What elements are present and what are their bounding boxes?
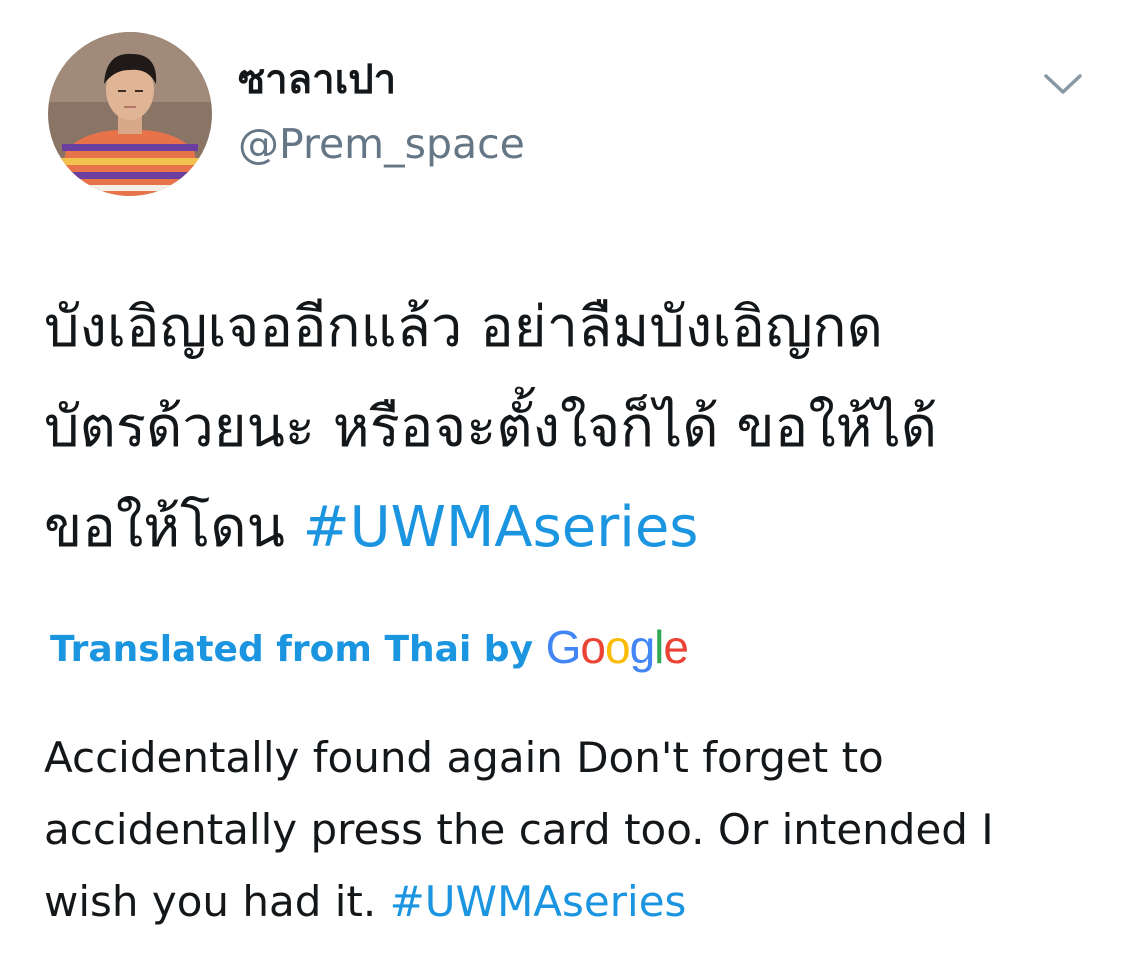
tweet-text: บังเอิญเจออีกแล้ว อย่าลืมบังเอิญกด บัตรด… [44,278,1104,578]
tweet-line: บังเอิญเจออีกแล้ว อย่าลืมบังเอิญกด [44,295,883,360]
tweet-line: ขอให้โดน #UWMAseries [44,478,1104,578]
user-handle[interactable]: @Prem_space [238,121,525,167]
translated-line-text: wish you had it. [44,877,390,926]
chevron-down-icon[interactable] [1040,66,1086,100]
translated-line: Accidentally found again Don't forget to [44,733,884,782]
translated-text: Accidentally found again Don't forget to… [44,722,1104,938]
translated-line: accidentally press the card too. Or inte… [44,805,994,854]
avatar[interactable] [48,32,212,196]
display-name[interactable]: ซาลาเปา [238,60,396,100]
google-logo: Google [545,621,689,673]
hashtag-link[interactable]: #UWMAseries [303,495,699,560]
tweet-line: บัตรด้วยนะ หรือจะตั้งใจก็ได้ ขอให้ได้ [44,395,938,460]
translation-label: Translated from Thai by [50,629,534,670]
tweet-detail: ซาลาเปา @Prem_space บังเอิญเจออีกแล้ว อย… [0,0,1125,967]
translation-attribution[interactable]: Translated from Thai by Google [50,620,689,675]
translated-line: wish you had it. #UWMAseries [44,866,1104,938]
profile-photo-icon [48,32,212,196]
tweet-line-text: ขอให้โดน [44,495,303,560]
hashtag-link[interactable]: #UWMAseries [390,877,687,926]
